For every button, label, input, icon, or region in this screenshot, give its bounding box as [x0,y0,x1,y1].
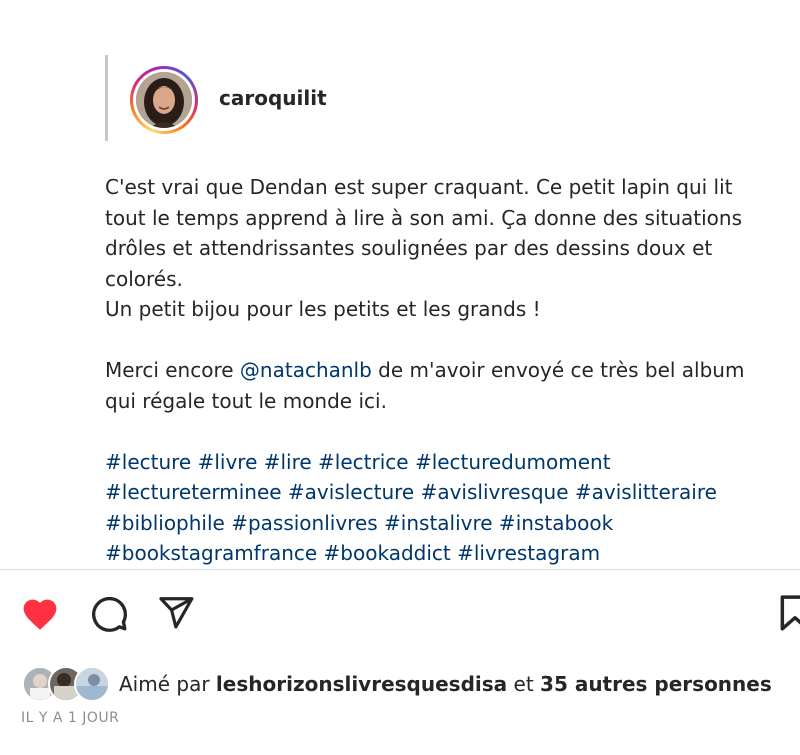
like-button[interactable] [20,595,60,635]
first-liker-link[interactable]: leshorizonslivresquesdisa [216,672,507,696]
avatar-ring-gap [133,69,195,131]
hashtag-line[interactable]: #bookstagramfrance #bookaddict #livresta… [105,538,795,567]
author-avatar[interactable] [130,66,198,134]
section-divider [0,569,800,570]
caption-line: drôles et attendrissantes soulignées par… [105,236,713,260]
caption-line: colorés. [105,266,183,291]
caption-line: Un petit bijou pour les petits et les gr… [105,297,541,321]
author-username[interactable]: caroquilit [219,86,327,110]
comment-bubble-icon [89,593,129,637]
hashtag-line[interactable]: #bibliophile #passionlivres #instalivre … [105,508,795,539]
comment-button[interactable] [89,595,129,635]
mention-link[interactable]: @natachanlb [240,358,372,382]
likes-connector: et [507,672,541,696]
caption-line: Merci encore @natachanlb de m'avoir envo… [105,355,795,386]
post-caption: C'est vrai que Dendan est super craquant… [105,172,795,567]
caption-line: qui régale tout le monde ici. [105,388,387,413]
liker-avatar [74,666,110,702]
paper-plane-icon [157,594,195,636]
caption-line: tout le temps apprend à lire à son ami. … [105,205,743,230]
heart-filled-icon [20,595,60,635]
share-button[interactable] [156,595,196,635]
likes-prefix: Aimé par [119,672,216,696]
caption-text: Merci encore [105,358,240,382]
post-panel: caroquilit C'est vrai que Dendan est sup… [0,0,800,755]
caption-area: caroquilit C'est vrai que Dendan est sup… [0,0,800,567]
hashtag-line[interactable]: #lecture #livre #lire #lectrice #lecture… [105,447,795,478]
avatar-photo [136,72,192,128]
post-timestamp[interactable]: IL Y A 1 JOUR [21,710,119,726]
hashtag-line[interactable]: #lectureterminee #avislecture #avislivre… [105,477,795,508]
quote-bar [105,55,108,141]
caption-line: C'est vrai que Dendan est super craquant… [105,175,733,199]
likes-summary: Aimé par leshorizonslivresquesdisa et 35… [119,672,772,696]
bookmark-icon [778,595,800,635]
liker-avatars[interactable] [22,665,112,702]
save-button[interactable] [778,595,800,635]
caption-text: de m'avoir envoyé ce très bel album [371,358,745,382]
other-likers-link[interactable]: 35 autres personnes [540,672,772,696]
